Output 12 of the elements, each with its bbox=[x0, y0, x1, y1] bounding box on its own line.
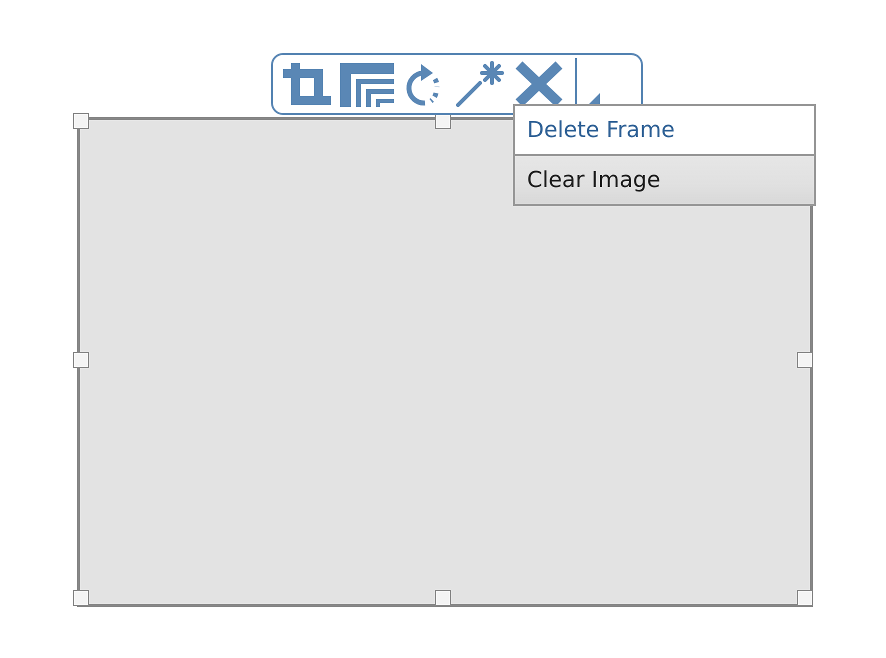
fit-frame-icon[interactable] bbox=[340, 61, 394, 107]
resize-handle[interactable] bbox=[797, 590, 813, 606]
image-frame[interactable] bbox=[77, 117, 813, 607]
close-icon[interactable] bbox=[513, 61, 565, 107]
resize-handle[interactable] bbox=[73, 590, 89, 606]
resize-handle[interactable] bbox=[797, 352, 813, 368]
magic-wand-icon[interactable] bbox=[454, 61, 506, 107]
resize-handle[interactable] bbox=[73, 352, 89, 368]
menu-item[interactable]: Clear Image bbox=[515, 156, 814, 204]
crop-icon[interactable] bbox=[281, 61, 333, 107]
resize-handle[interactable] bbox=[73, 113, 89, 129]
resize-handle[interactable] bbox=[435, 590, 451, 606]
